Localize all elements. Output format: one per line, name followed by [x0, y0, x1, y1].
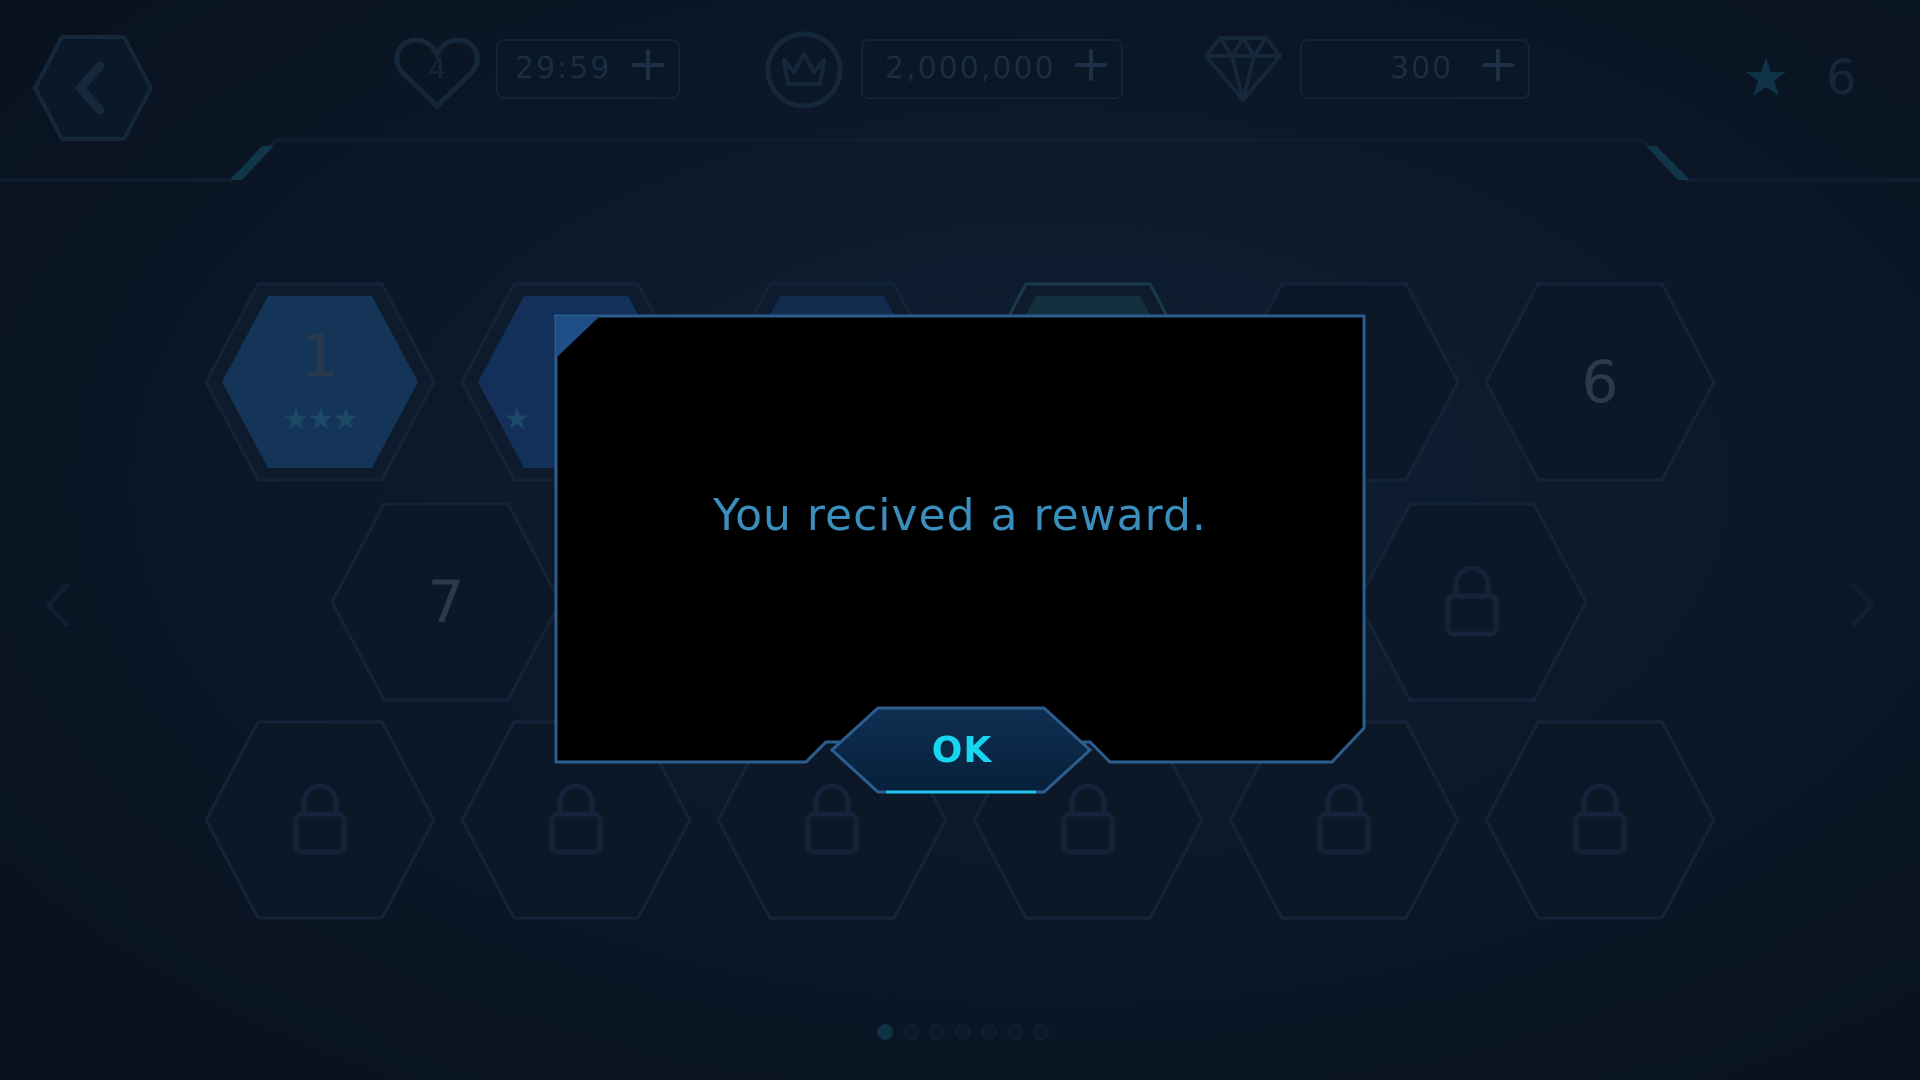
- reward-dialog-overlay: You recived a reward. OK: [0, 0, 1920, 1080]
- reward-message: You recived a reward.: [713, 490, 1207, 541]
- ok-button-label: OK: [931, 730, 993, 771]
- game-screen: 4 29:59 2,000,000 300 6 1 ★★★ ★ 6 7 You …: [0, 0, 1920, 1080]
